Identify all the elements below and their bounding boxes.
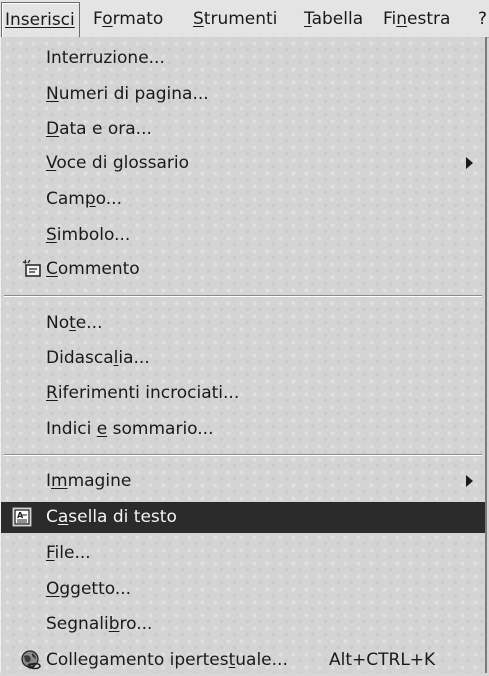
menu-finestra[interactable]: Finestra — [383, 6, 450, 32]
menu-item-label: Segnalibro... — [46, 614, 153, 634]
menu-item-riferimenti-incrociati[interactable]: Riferimenti incrociati... — [1, 378, 485, 409]
submenu-arrow-icon — [466, 157, 473, 169]
menu-bar: Inserisci Formato Strumenti Tabella Fine… — [0, 0, 489, 38]
menu-item-label: Collegamento ipertestuale... — [46, 650, 288, 670]
menu-tabella[interactable]: Tabella — [304, 6, 363, 32]
menu-item-interruzione[interactable]: Interruzione... — [1, 43, 485, 74]
menu-item-label: Note... — [46, 313, 103, 333]
menu-item-oggetto[interactable]: Oggetto... — [1, 574, 485, 605]
menu-item-label: Interruzione... — [46, 48, 165, 68]
menu-item-numeri-di-pagina[interactable]: Numeri di pagina... — [1, 79, 485, 110]
menu-item-didascalia[interactable]: Didascalia... — [1, 343, 485, 374]
menu-item-label: Immagine — [46, 471, 132, 491]
menu-item-label: Oggetto... — [46, 579, 132, 599]
menu-item-label: Indici e sommario... — [46, 419, 214, 439]
menu-item-voce-di-glossario[interactable]: Voce di glossario — [1, 148, 485, 179]
menu-item-label: Voce di glossario — [46, 153, 190, 173]
menu-item-campo[interactable]: Campo... — [1, 184, 485, 215]
menu-item-label: Commento — [46, 259, 140, 279]
inserisci-dropdown-menu: Interruzione... Numeri di pagina... Data… — [0, 37, 487, 673]
menu-item-collegamento-ipertestuale[interactable]: Collegamento ipertestuale... Alt+CTRL+K — [1, 645, 485, 676]
menu-item-immagine[interactable]: Immagine — [1, 466, 485, 497]
menu-item-label: Campo... — [46, 189, 122, 209]
menu-item-commento[interactable]: Commento — [1, 254, 485, 285]
menu-item-casella-di-testo[interactable]: A Casella di testo — [1, 502, 485, 533]
menu-item-label: Simbolo... — [46, 225, 131, 245]
menu-item-label: Riferimenti incrociati... — [46, 383, 240, 403]
menu-label: Inserisci — [5, 10, 75, 30]
menu-item-note[interactable]: Note... — [1, 308, 485, 339]
menu-item-segnalibro[interactable]: Segnalibro... — [1, 609, 485, 640]
hyperlink-globe-icon — [20, 649, 42, 675]
menu-item-label: Numeri di pagina... — [46, 84, 209, 104]
menu-item-label: Didascalia... — [46, 348, 150, 368]
text-box-icon: A — [12, 507, 32, 531]
menu-help[interactable]: ? — [478, 6, 487, 32]
menu-item-label: Casella di testo — [46, 507, 177, 527]
menu-item-label: File... — [46, 543, 91, 563]
menu-item-label: Data e ora... — [46, 119, 152, 139]
menu-formato[interactable]: Formato — [93, 6, 163, 32]
menu-item-simbolo[interactable]: Simbolo... — [1, 220, 485, 251]
shortcut-label: Alt+CTRL+K — [329, 650, 436, 670]
menu-inserisci[interactable]: Inserisci — [1, 2, 80, 37]
menu-item-file[interactable]: File... — [1, 538, 485, 569]
submenu-arrow-icon — [466, 475, 473, 487]
menu-separator — [4, 454, 482, 456]
menu-item-indici-e-sommario[interactable]: Indici e sommario... — [1, 414, 485, 445]
comment-icon — [22, 259, 42, 283]
menu-separator — [4, 295, 482, 297]
menu-strumenti[interactable]: Strumenti — [193, 6, 277, 32]
menu-item-data-e-ora[interactable]: Data e ora... — [1, 114, 485, 145]
